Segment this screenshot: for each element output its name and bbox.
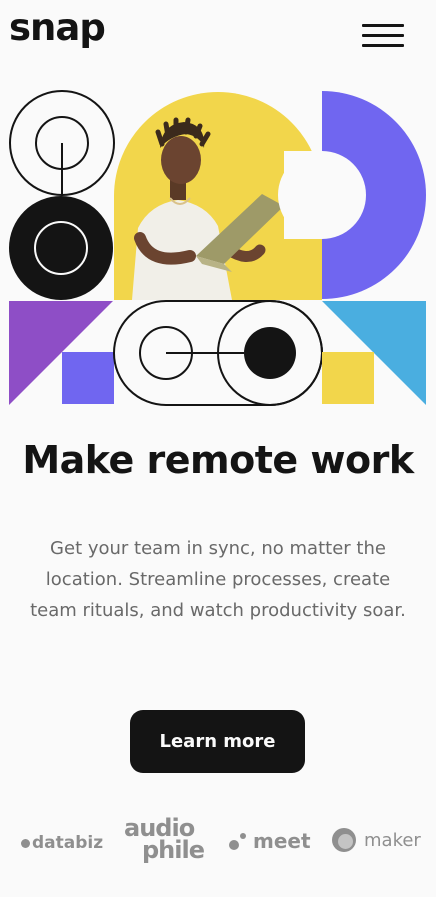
menu-line: [362, 24, 404, 27]
meet-dots-icon: [229, 831, 249, 851]
brand-logo[interactable]: snap: [9, 6, 106, 50]
hero-description: Get your team in sync, no matter the loc…: [30, 538, 406, 621]
client-logo-meet: meet: [229, 829, 311, 853]
client-logo-text: maker: [364, 829, 421, 851]
learn-more-button[interactable]: Learn more: [130, 710, 305, 773]
purple-square: [62, 352, 114, 404]
databiz-dot-icon: [21, 838, 30, 848]
yellow-square: [322, 352, 374, 404]
outline-target-circle: [9, 90, 115, 196]
client-logo-text: meet: [253, 829, 311, 853]
hamburger-menu-icon[interactable]: [362, 22, 404, 48]
menu-line: [362, 34, 404, 37]
client-logo-text: phile: [142, 836, 205, 864]
maker-circle-icon: [332, 828, 356, 852]
hero-artwork: [9, 90, 426, 406]
client-logo-databiz: databiz: [21, 833, 103, 853]
client-logo-maker: maker: [332, 828, 421, 852]
client-logo-text: databiz: [32, 833, 104, 853]
page-title: Make remote work: [22, 438, 414, 482]
outline-pill-shape: [113, 300, 323, 406]
client-logos: databiz audio phile meet maker: [0, 810, 436, 870]
hero-illustration: [0, 88, 436, 408]
menu-line: [362, 44, 404, 47]
black-circle: [9, 196, 113, 300]
client-logo-audiophile: audio phile: [124, 816, 208, 864]
site-header: snap: [0, 0, 436, 70]
purple-ring-cut: [284, 151, 322, 239]
